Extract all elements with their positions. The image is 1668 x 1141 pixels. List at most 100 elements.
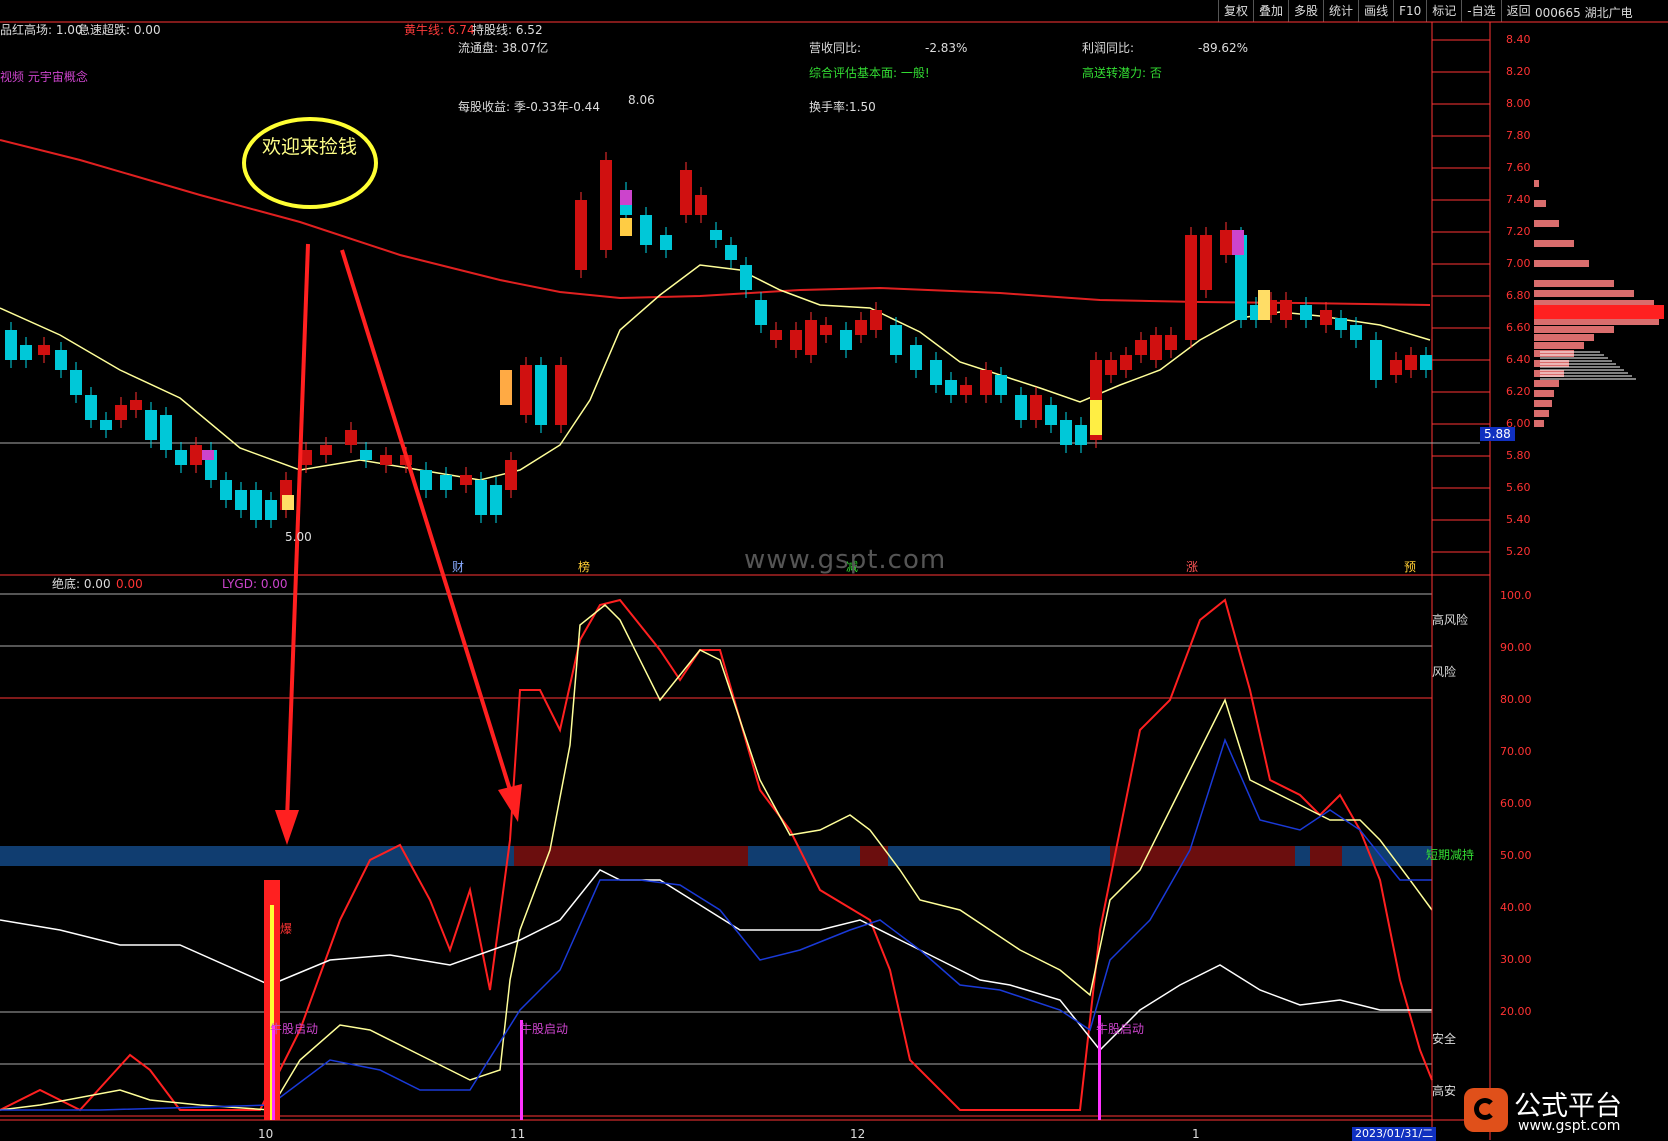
indicator-tick: 70.00 — [1500, 745, 1532, 758]
candle-body — [695, 195, 707, 215]
indicator-blue-line — [0, 737, 1432, 1111]
watermark: www.gspt.com — [744, 545, 947, 575]
candle-body — [1370, 340, 1382, 380]
candle-body — [980, 370, 992, 395]
candle-body — [960, 385, 972, 395]
price-tick: 8.00 — [1506, 97, 1531, 110]
reduce-band-red — [1110, 846, 1295, 866]
candle-body — [160, 415, 172, 450]
candle-body — [70, 370, 82, 395]
candle-body — [190, 445, 202, 465]
indicator-tick: 90.00 — [1500, 641, 1532, 654]
candle-body — [755, 300, 767, 325]
candle-body — [1015, 395, 1027, 420]
x-label-nov: 11 — [510, 1127, 526, 1141]
candle-body — [740, 265, 752, 290]
price-tick: 5.20 — [1506, 545, 1531, 558]
candle-body — [460, 475, 472, 485]
candle-body — [1320, 310, 1332, 325]
welcome-annotation: 欢迎来捡钱 — [262, 136, 358, 158]
candle-highlight — [500, 370, 512, 405]
indicator-tick: 60.00 — [1500, 797, 1532, 810]
zone-risk: 风险 — [1432, 665, 1457, 679]
candle-highlight — [202, 450, 214, 460]
ind-label-3: LYGD: 0.00 — [222, 577, 288, 591]
candle-body — [840, 330, 852, 350]
price-tick: 7.20 — [1506, 225, 1531, 238]
candle-body — [660, 235, 672, 250]
candle-body — [5, 330, 17, 360]
ind-label-2: 0.00 — [116, 577, 143, 591]
candle-body — [1135, 340, 1147, 355]
candle-body — [55, 350, 67, 370]
indicator-tick: 100.0 — [1500, 589, 1532, 602]
candle-body — [1390, 360, 1402, 375]
candle-body — [130, 400, 142, 410]
candle-body — [1105, 360, 1117, 375]
zone-safe: 安全 — [1432, 1032, 1457, 1046]
volume-profile-bar — [1534, 200, 1546, 207]
indicator-tick: 40.00 — [1500, 901, 1532, 914]
candle-body — [945, 380, 957, 395]
candle-body — [600, 160, 612, 250]
signal-2: 牛股启动 — [520, 1022, 569, 1036]
candle-body — [1045, 405, 1057, 425]
volume-profile-bar — [1534, 280, 1614, 287]
candle-highlight — [1090, 400, 1102, 435]
price-tick: 5.60 — [1506, 481, 1531, 494]
candle-body — [1120, 355, 1132, 370]
volume-profile-peak — [1534, 305, 1664, 319]
candle-body — [20, 345, 32, 360]
candle-body — [710, 230, 722, 240]
candle-highlight — [1232, 230, 1244, 255]
price-tick: 6.20 — [1506, 385, 1531, 398]
candle-body — [1350, 325, 1362, 340]
price-tick: 8.20 — [1506, 65, 1531, 78]
candle-body — [360, 450, 372, 460]
candle-body — [440, 475, 452, 490]
candle-body — [420, 470, 432, 490]
candle-body — [220, 480, 232, 500]
candle-body — [475, 480, 487, 515]
candle-body — [995, 375, 1007, 395]
volume-profile-bar — [1534, 400, 1552, 407]
price-tick: 5.40 — [1506, 513, 1531, 526]
volume-profile-bar — [1534, 220, 1559, 227]
price-ma-line — [0, 264, 1431, 481]
volume-profile-bar — [1534, 326, 1614, 333]
candle-body — [805, 320, 817, 355]
candle-body — [1280, 300, 1292, 320]
volume-profile-bar — [1534, 380, 1559, 387]
candle-body — [725, 245, 737, 260]
price-tick: 6.80 — [1506, 289, 1531, 302]
candle-body — [380, 455, 392, 465]
candle-body — [1405, 355, 1417, 370]
candle-body — [1300, 305, 1312, 320]
price-tick: 6.60 — [1506, 321, 1531, 334]
long-ma-line — [0, 139, 1431, 306]
signal-1: 牛股启动 — [270, 1022, 319, 1036]
x-label-oct: 10 — [258, 1127, 274, 1141]
candle-body — [490, 485, 502, 515]
welcome-ellipse — [242, 117, 378, 209]
candle-body — [1335, 318, 1347, 330]
reduce-band-red — [1310, 846, 1342, 866]
candle-body — [890, 325, 902, 355]
candle-highlight — [1258, 290, 1270, 320]
candle-body — [1030, 395, 1042, 420]
candle-body — [680, 170, 692, 215]
ind-label-1: 绝底: 0.00 — [52, 577, 111, 591]
date-label: 2023/01/31/二 — [1352, 1127, 1437, 1141]
logo-url: www.gspt.com — [1518, 1118, 1621, 1134]
candle-body — [870, 310, 882, 330]
volume-profile-bar — [1534, 180, 1539, 187]
candle-body — [1185, 235, 1197, 340]
volume-profile-bar — [1534, 350, 1574, 357]
x-label-jan: 1 — [1192, 1127, 1200, 1141]
price-tick: 8.40 — [1506, 33, 1531, 46]
zone-reduce: 短期减持 — [1426, 848, 1475, 862]
candle-highlight — [620, 218, 632, 236]
candle-body — [115, 405, 127, 420]
candle-body — [235, 490, 247, 510]
candle-body — [345, 430, 357, 445]
